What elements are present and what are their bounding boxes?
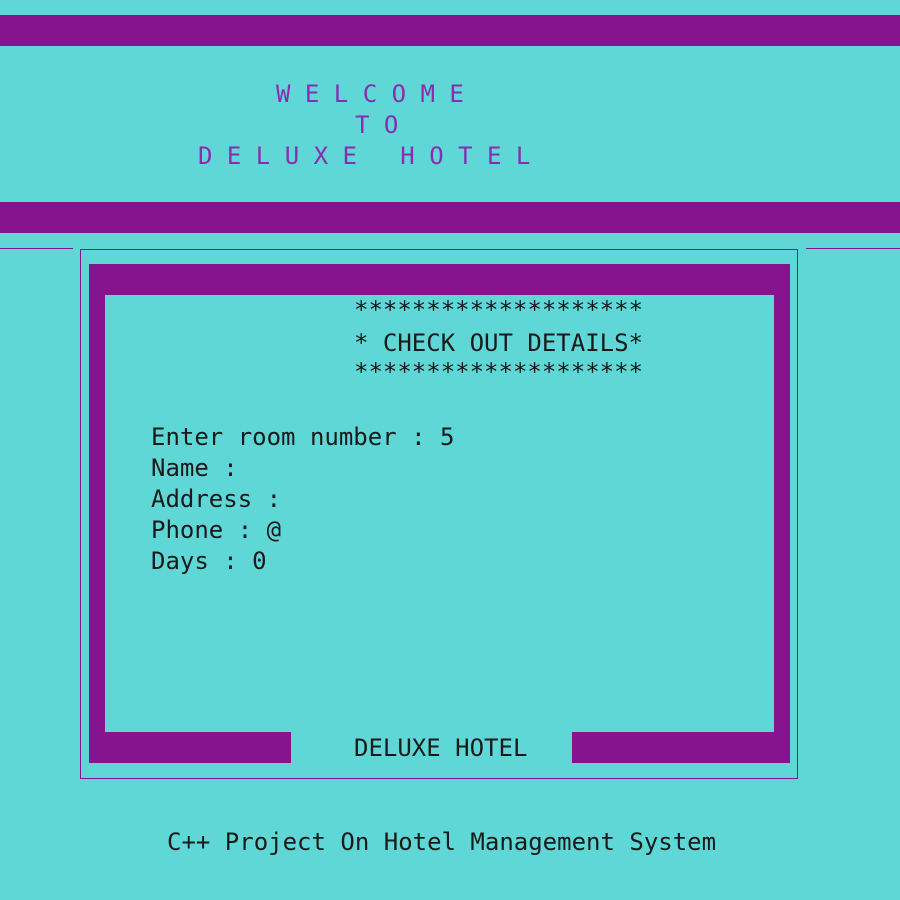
- room-number-value[interactable]: 5: [440, 423, 454, 451]
- hotel-name-line: D E L U X E H O T E L: [198, 142, 531, 170]
- page-footer-text: C++ Project On Hotel Management System: [167, 828, 717, 856]
- heading-stars-top: ********************: [354, 296, 643, 324]
- days-label: Days: [151, 547, 209, 575]
- right-separator-line: [806, 248, 900, 249]
- frame-right-edge: [774, 264, 790, 763]
- panel-title: * CHECK OUT DETAILS*: [354, 329, 643, 357]
- phone-value[interactable]: @: [267, 516, 281, 544]
- welcome-line: W E L C O M E: [276, 80, 464, 108]
- frame-top-edge: [89, 264, 790, 295]
- bottom-border-band: [0, 202, 900, 233]
- name-row: Name :: [151, 454, 253, 482]
- frame-bottom-right-edge: [572, 732, 790, 763]
- top-border-band: [0, 15, 900, 46]
- frame-bottom-left-edge: [89, 732, 291, 763]
- name-label: Name: [151, 454, 209, 482]
- checkout-form: Enter room number : 5 Name : Address : P…: [151, 422, 454, 577]
- address-label: Address: [151, 485, 253, 513]
- phone-row: Phone : @: [151, 516, 282, 544]
- to-line: T O: [355, 111, 399, 139]
- panel-footer-label: DELUXE HOTEL: [354, 734, 528, 762]
- frame-left-edge: [89, 264, 105, 763]
- days-value[interactable]: 0: [252, 547, 266, 575]
- heading-stars-bottom: ********************: [354, 358, 643, 386]
- room-number-label: Enter room number: [151, 423, 397, 451]
- address-row: Address :: [151, 485, 296, 513]
- days-row: Days : 0: [151, 547, 267, 575]
- phone-label: Phone: [151, 516, 224, 544]
- left-separator-line: [0, 248, 73, 249]
- room-number-row: Enter room number : 5: [151, 423, 455, 451]
